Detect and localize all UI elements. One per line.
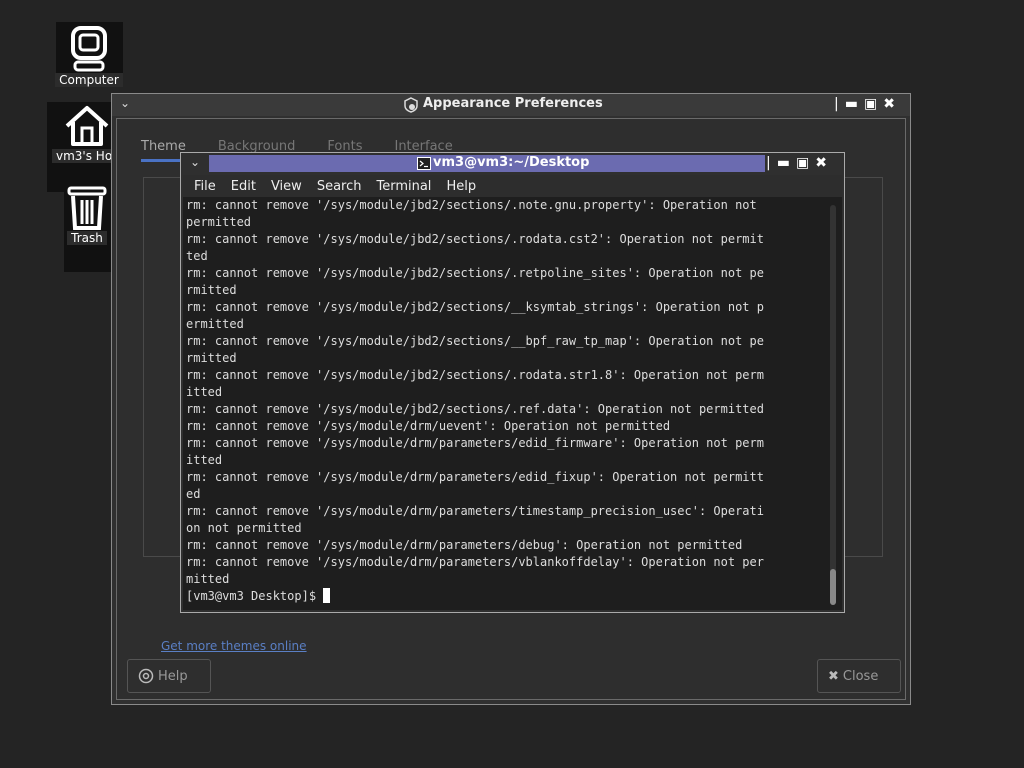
get-more-themes-link[interactable]: Get more themes online — [161, 639, 307, 653]
close-button-label: Close — [842, 668, 879, 684]
maximize-icon[interactable]: ▣ — [864, 96, 877, 112]
menu-help[interactable]: Help — [446, 179, 476, 194]
terminal-title: vm3@vm3:~/Desktop — [433, 155, 590, 170]
trash-icon — [67, 186, 107, 230]
window-title: Appearance Preferences — [423, 96, 603, 111]
terminal-screen[interactable]: rm: cannot remove '/sys/module/jbd2/sect… — [183, 197, 842, 610]
menu-file[interactable]: File — [194, 179, 216, 194]
terminal-line: rm: cannot remove '/sys/module/drm/ueven… — [186, 419, 671, 433]
terminal-line: rm: cannot remove '/sys/module/drm/param… — [186, 555, 764, 569]
terminal-output[interactable]: rm: cannot remove '/sys/module/jbd2/sect… — [186, 197, 826, 605]
maximize-icon[interactable]: ▣ — [796, 155, 809, 171]
terminal-line: rm: cannot remove '/sys/module/drm/param… — [186, 504, 764, 518]
menu-search[interactable]: Search — [317, 179, 362, 194]
terminal-line: ed — [186, 487, 201, 501]
terminal-line: rm: cannot remove '/sys/module/jbd2/sect… — [186, 334, 764, 348]
separator-icon: | — [766, 155, 771, 171]
terminal-prompt-line[interactable]: [vm3@vm3 Desktop]$ — [186, 588, 826, 605]
terminal-line: rm: cannot remove '/sys/module/jbd2/sect… — [186, 232, 764, 246]
terminal-scrollbar[interactable] — [830, 205, 836, 605]
terminal-line: on not permitted — [186, 521, 302, 535]
menu-edit[interactable]: Edit — [231, 179, 256, 194]
help-button[interactable]: Help — [127, 659, 211, 693]
separator-icon: | — [834, 96, 839, 112]
window-controls: | ▬ ▣ ✖ — [834, 96, 895, 112]
computer-icon — [71, 26, 107, 72]
terminal-line: ted — [186, 249, 208, 263]
terminal-line: rm: cannot remove '/sys/module/jbd2/sect… — [186, 266, 764, 280]
terminal-app-icon — [417, 157, 431, 170]
terminal-line: rm: cannot remove '/sys/module/jbd2/sect… — [186, 402, 764, 416]
terminal-line: rm: cannot remove '/sys/module/jbd2/sect… — [186, 368, 764, 382]
terminal-line: ermitted — [186, 317, 244, 331]
terminal-line: rm: cannot remove '/sys/module/drm/param… — [186, 538, 743, 552]
close-icon[interactable]: ✖ — [883, 96, 895, 112]
terminal-line: rmitted — [186, 283, 237, 297]
close-icon: ✖ — [828, 668, 839, 684]
text-cursor — [323, 588, 331, 603]
terminal-menubar: File Edit View Search Terminal Help — [183, 175, 842, 197]
terminal-line: itted — [186, 385, 223, 399]
desktop-icon-computer[interactable]: Computer — [51, 24, 127, 91]
terminal-line: itted — [186, 453, 223, 467]
menu-terminal[interactable]: Terminal — [376, 179, 431, 194]
appearance-app-icon — [404, 97, 418, 113]
home-icon — [65, 106, 109, 146]
terminal-prompt: [vm3@vm3 Desktop]$ — [186, 589, 324, 603]
terminal-titlebar[interactable]: ⌄ vm3@vm3:~/Desktop | ▬ ▣ ✖ — [181, 153, 844, 173]
terminal-line: permitted — [186, 215, 252, 229]
terminal-window: ⌄ vm3@vm3:~/Desktop | ▬ ▣ ✖ File Edit Vi… — [180, 152, 845, 613]
chevron-down-icon[interactable]: ⌄ — [190, 155, 200, 169]
minimize-icon[interactable]: ▬ — [845, 96, 858, 112]
terminal-line: mitted — [186, 572, 230, 586]
desktop-icon-label: Trash — [67, 231, 107, 245]
window-titlebar[interactable]: ⌄ Appearance Preferences | ▬ ▣ ✖ — [112, 94, 910, 116]
terminal-line: rm: cannot remove '/sys/module/jbd2/sect… — [186, 300, 764, 314]
menu-view[interactable]: View — [271, 179, 302, 194]
close-icon[interactable]: ✖ — [815, 155, 827, 171]
terminal-line: rmitted — [186, 351, 237, 365]
terminal-line: rm: cannot remove '/sys/module/drm/param… — [186, 470, 764, 484]
terminal-line: rm: cannot remove '/sys/module/drm/param… — [186, 436, 764, 450]
close-button[interactable]: ✖ Close — [817, 659, 901, 693]
help-button-label: Help — [158, 668, 188, 684]
terminal-line: rm: cannot remove '/sys/module/jbd2/sect… — [186, 198, 757, 212]
help-icon — [138, 668, 154, 684]
desktop-icon-label: Computer — [55, 73, 123, 87]
window-controls: | ▬ ▣ ✖ — [766, 155, 827, 171]
chevron-down-icon[interactable]: ⌄ — [120, 96, 130, 110]
scrollbar-thumb[interactable] — [830, 569, 836, 605]
minimize-icon[interactable]: ▬ — [777, 155, 790, 171]
